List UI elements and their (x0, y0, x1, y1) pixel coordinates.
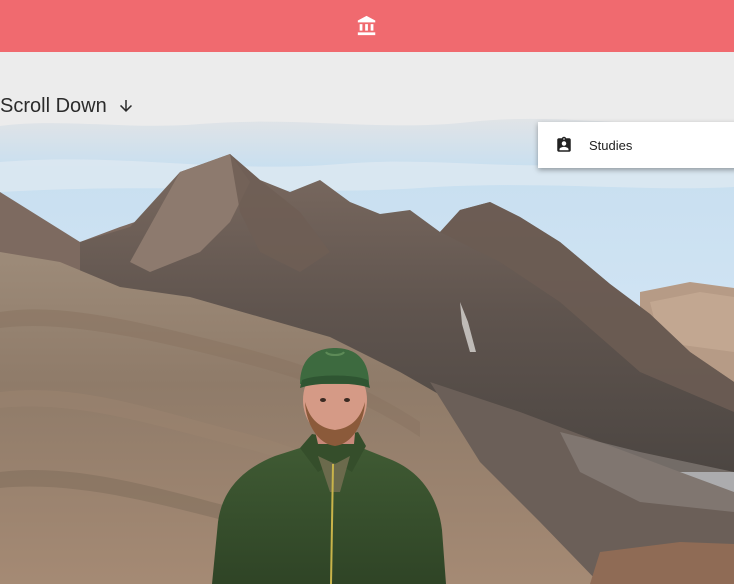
scroll-down-button[interactable]: Scroll Down (0, 92, 135, 120)
arrow-down-icon (119, 100, 132, 112)
studies-label: Studies (589, 137, 633, 153)
bank-icon[interactable] (356, 15, 378, 37)
studies-nav-card[interactable]: Studies (538, 122, 734, 168)
assignment-ind-icon (557, 136, 571, 152)
top-app-bar (0, 0, 734, 52)
scroll-down-label: Scroll Down (0, 94, 107, 117)
